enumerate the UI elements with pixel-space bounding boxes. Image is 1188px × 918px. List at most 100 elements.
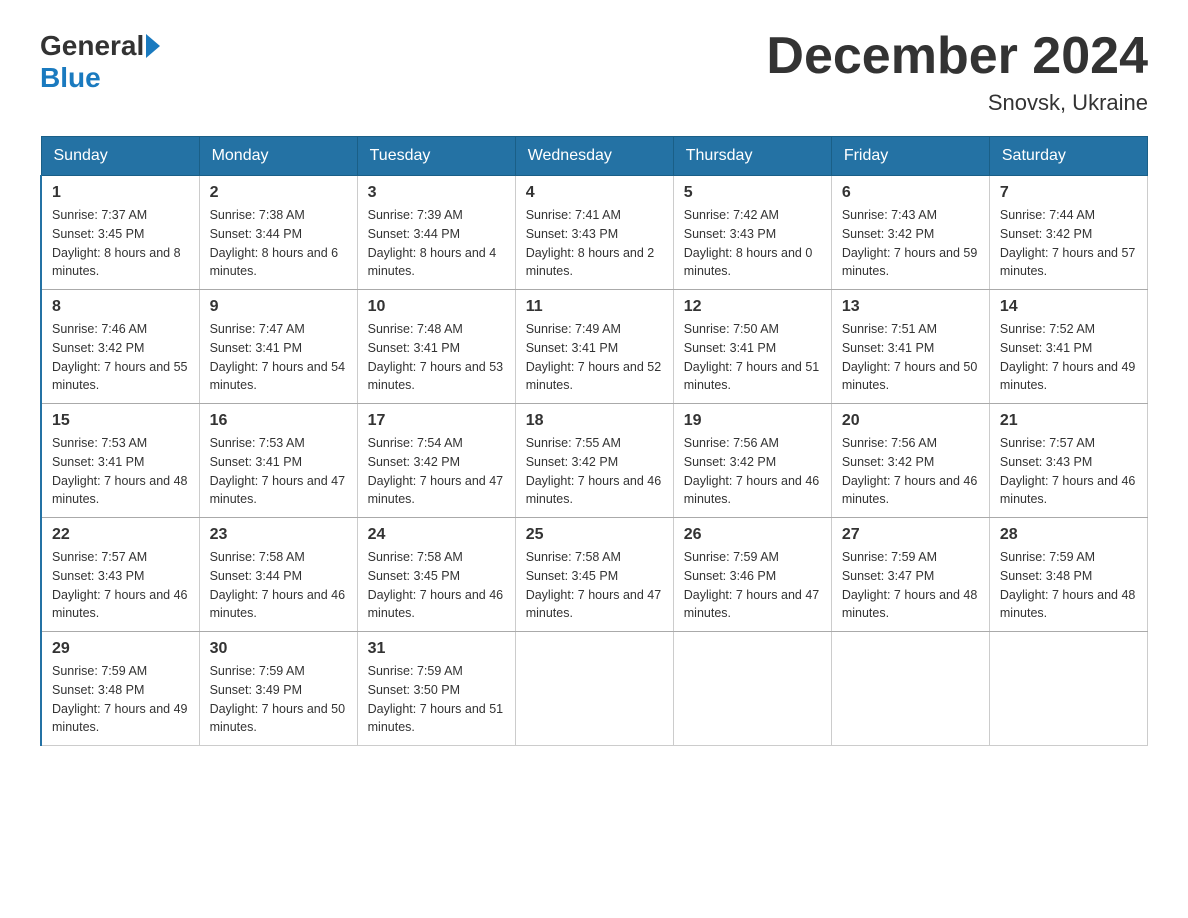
calendar-cell: 26 Sunrise: 7:59 AMSunset: 3:46 PMDaylig… — [673, 518, 831, 632]
day-number: 12 — [684, 298, 821, 316]
day-number: 10 — [368, 298, 505, 316]
day-number: 31 — [368, 640, 505, 658]
day-info: Sunrise: 7:46 AMSunset: 3:42 PMDaylight:… — [52, 322, 188, 392]
day-info: Sunrise: 7:37 AMSunset: 3:45 PMDaylight:… — [52, 208, 181, 278]
calendar-cell: 30 Sunrise: 7:59 AMSunset: 3:49 PMDaylig… — [199, 632, 357, 746]
day-number: 25 — [526, 526, 663, 544]
month-title: December 2024 — [766, 30, 1148, 82]
logo: General Blue — [40, 30, 162, 94]
calendar-cell: 4 Sunrise: 7:41 AMSunset: 3:43 PMDayligh… — [515, 176, 673, 290]
day-info: Sunrise: 7:55 AMSunset: 3:42 PMDaylight:… — [526, 436, 662, 506]
column-header-monday: Monday — [199, 137, 357, 176]
column-header-thursday: Thursday — [673, 137, 831, 176]
calendar-cell — [989, 632, 1147, 746]
calendar-week-row: 8 Sunrise: 7:46 AMSunset: 3:42 PMDayligh… — [41, 290, 1148, 404]
calendar-cell: 8 Sunrise: 7:46 AMSunset: 3:42 PMDayligh… — [41, 290, 199, 404]
day-info: Sunrise: 7:59 AMSunset: 3:48 PMDaylight:… — [52, 664, 188, 734]
day-number: 16 — [210, 412, 347, 430]
day-info: Sunrise: 7:38 AMSunset: 3:44 PMDaylight:… — [210, 208, 339, 278]
title-section: December 2024 Snovsk, Ukraine — [766, 30, 1148, 116]
calendar-week-row: 1 Sunrise: 7:37 AMSunset: 3:45 PMDayligh… — [41, 176, 1148, 290]
day-number: 9 — [210, 298, 347, 316]
calendar-table: SundayMondayTuesdayWednesdayThursdayFrid… — [40, 136, 1148, 746]
day-number: 5 — [684, 184, 821, 202]
day-number: 13 — [842, 298, 979, 316]
day-info: Sunrise: 7:48 AMSunset: 3:41 PMDaylight:… — [368, 322, 504, 392]
calendar-cell — [831, 632, 989, 746]
day-number: 1 — [52, 184, 189, 202]
day-info: Sunrise: 7:42 AMSunset: 3:43 PMDaylight:… — [684, 208, 813, 278]
calendar-cell: 29 Sunrise: 7:59 AMSunset: 3:48 PMDaylig… — [41, 632, 199, 746]
day-number: 28 — [1000, 526, 1137, 544]
day-info: Sunrise: 7:59 AMSunset: 3:48 PMDaylight:… — [1000, 550, 1136, 620]
column-header-wednesday: Wednesday — [515, 137, 673, 176]
calendar-week-row: 29 Sunrise: 7:59 AMSunset: 3:48 PMDaylig… — [41, 632, 1148, 746]
calendar-cell: 20 Sunrise: 7:56 AMSunset: 3:42 PMDaylig… — [831, 404, 989, 518]
day-info: Sunrise: 7:58 AMSunset: 3:45 PMDaylight:… — [368, 550, 504, 620]
day-info: Sunrise: 7:51 AMSunset: 3:41 PMDaylight:… — [842, 322, 978, 392]
day-info: Sunrise: 7:59 AMSunset: 3:46 PMDaylight:… — [684, 550, 820, 620]
calendar-cell: 24 Sunrise: 7:58 AMSunset: 3:45 PMDaylig… — [357, 518, 515, 632]
column-header-saturday: Saturday — [989, 137, 1147, 176]
day-info: Sunrise: 7:49 AMSunset: 3:41 PMDaylight:… — [526, 322, 662, 392]
page-header: General Blue December 2024 Snovsk, Ukrai… — [40, 30, 1148, 116]
calendar-cell: 1 Sunrise: 7:37 AMSunset: 3:45 PMDayligh… — [41, 176, 199, 290]
day-number: 29 — [52, 640, 189, 658]
day-number: 27 — [842, 526, 979, 544]
column-header-sunday: Sunday — [41, 137, 199, 176]
day-info: Sunrise: 7:57 AMSunset: 3:43 PMDaylight:… — [1000, 436, 1136, 506]
calendar-cell: 11 Sunrise: 7:49 AMSunset: 3:41 PMDaylig… — [515, 290, 673, 404]
day-number: 24 — [368, 526, 505, 544]
calendar-cell: 28 Sunrise: 7:59 AMSunset: 3:48 PMDaylig… — [989, 518, 1147, 632]
day-number: 11 — [526, 298, 663, 316]
day-info: Sunrise: 7:44 AMSunset: 3:42 PMDaylight:… — [1000, 208, 1136, 278]
calendar-cell: 6 Sunrise: 7:43 AMSunset: 3:42 PMDayligh… — [831, 176, 989, 290]
day-number: 23 — [210, 526, 347, 544]
day-info: Sunrise: 7:57 AMSunset: 3:43 PMDaylight:… — [52, 550, 188, 620]
calendar-cell — [515, 632, 673, 746]
calendar-cell: 25 Sunrise: 7:58 AMSunset: 3:45 PMDaylig… — [515, 518, 673, 632]
day-number: 18 — [526, 412, 663, 430]
day-info: Sunrise: 7:58 AMSunset: 3:44 PMDaylight:… — [210, 550, 346, 620]
calendar-cell: 15 Sunrise: 7:53 AMSunset: 3:41 PMDaylig… — [41, 404, 199, 518]
day-number: 22 — [52, 526, 189, 544]
calendar-cell: 22 Sunrise: 7:57 AMSunset: 3:43 PMDaylig… — [41, 518, 199, 632]
calendar-cell: 10 Sunrise: 7:48 AMSunset: 3:41 PMDaylig… — [357, 290, 515, 404]
calendar-cell: 7 Sunrise: 7:44 AMSunset: 3:42 PMDayligh… — [989, 176, 1147, 290]
day-info: Sunrise: 7:52 AMSunset: 3:41 PMDaylight:… — [1000, 322, 1136, 392]
day-info: Sunrise: 7:50 AMSunset: 3:41 PMDaylight:… — [684, 322, 820, 392]
day-info: Sunrise: 7:59 AMSunset: 3:50 PMDaylight:… — [368, 664, 504, 734]
calendar-cell — [673, 632, 831, 746]
column-header-friday: Friday — [831, 137, 989, 176]
calendar-cell: 17 Sunrise: 7:54 AMSunset: 3:42 PMDaylig… — [357, 404, 515, 518]
day-number: 19 — [684, 412, 821, 430]
day-number: 8 — [52, 298, 189, 316]
day-number: 20 — [842, 412, 979, 430]
calendar-cell: 21 Sunrise: 7:57 AMSunset: 3:43 PMDaylig… — [989, 404, 1147, 518]
day-info: Sunrise: 7:53 AMSunset: 3:41 PMDaylight:… — [210, 436, 346, 506]
calendar-cell: 31 Sunrise: 7:59 AMSunset: 3:50 PMDaylig… — [357, 632, 515, 746]
calendar-cell: 27 Sunrise: 7:59 AMSunset: 3:47 PMDaylig… — [831, 518, 989, 632]
day-info: Sunrise: 7:47 AMSunset: 3:41 PMDaylight:… — [210, 322, 346, 392]
day-info: Sunrise: 7:56 AMSunset: 3:42 PMDaylight:… — [842, 436, 978, 506]
day-info: Sunrise: 7:53 AMSunset: 3:41 PMDaylight:… — [52, 436, 188, 506]
day-number: 21 — [1000, 412, 1137, 430]
day-info: Sunrise: 7:54 AMSunset: 3:42 PMDaylight:… — [368, 436, 504, 506]
day-info: Sunrise: 7:59 AMSunset: 3:49 PMDaylight:… — [210, 664, 346, 734]
column-header-tuesday: Tuesday — [357, 137, 515, 176]
day-number: 2 — [210, 184, 347, 202]
calendar-cell: 9 Sunrise: 7:47 AMSunset: 3:41 PMDayligh… — [199, 290, 357, 404]
day-number: 15 — [52, 412, 189, 430]
calendar-cell: 23 Sunrise: 7:58 AMSunset: 3:44 PMDaylig… — [199, 518, 357, 632]
day-number: 6 — [842, 184, 979, 202]
calendar-cell: 14 Sunrise: 7:52 AMSunset: 3:41 PMDaylig… — [989, 290, 1147, 404]
calendar-cell: 5 Sunrise: 7:42 AMSunset: 3:43 PMDayligh… — [673, 176, 831, 290]
day-number: 26 — [684, 526, 821, 544]
logo-arrow-icon — [146, 34, 160, 58]
day-info: Sunrise: 7:43 AMSunset: 3:42 PMDaylight:… — [842, 208, 978, 278]
calendar-cell: 13 Sunrise: 7:51 AMSunset: 3:41 PMDaylig… — [831, 290, 989, 404]
day-info: Sunrise: 7:41 AMSunset: 3:43 PMDaylight:… — [526, 208, 655, 278]
day-info: Sunrise: 7:39 AMSunset: 3:44 PMDaylight:… — [368, 208, 497, 278]
logo-blue-text: Blue — [40, 62, 101, 94]
day-info: Sunrise: 7:56 AMSunset: 3:42 PMDaylight:… — [684, 436, 820, 506]
